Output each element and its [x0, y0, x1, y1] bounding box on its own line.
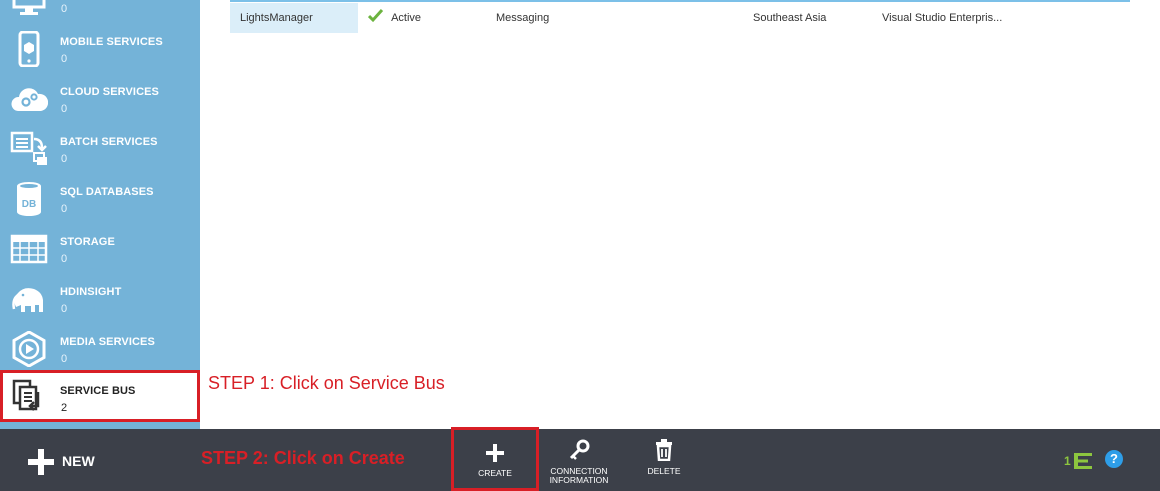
- region-cell: Southeast Asia: [753, 12, 827, 24]
- sidebar-item-service-bus[interactable]: SERVICE BUS 2: [0, 370, 200, 422]
- operations-count: 1: [1064, 454, 1071, 468]
- delete-button-label: DELETE: [647, 466, 681, 476]
- status-cell: Active: [367, 3, 422, 33]
- database-icon: DB: [17, 182, 41, 216]
- plus-icon: [486, 444, 504, 462]
- monitor-icon: [12, 0, 46, 15]
- status-text: Active: [391, 12, 422, 24]
- sidebar-item-count: 0: [61, 103, 68, 115]
- elephant-icon: [12, 288, 43, 312]
- sidebar-item-mobile-services[interactable]: MOBILE SERVICES 0: [0, 24, 200, 74]
- step1-annotation: STEP 1: Click on Service Bus: [208, 373, 445, 393]
- sidebar-item-label: SQL DATABASES: [60, 186, 154, 198]
- connection-information-button[interactable]: CONNECTION INFORMATION: [545, 429, 613, 491]
- checkmark-icon: [367, 8, 384, 23]
- command-bar: NEW STEP 2: Click on Create CREATE CONNE…: [0, 427, 1160, 491]
- sidebar-item-websites[interactable]: 0: [0, 0, 200, 24]
- delete-button[interactable]: DELETE: [634, 429, 694, 491]
- step2-annotation: STEP 2: Click on Create: [201, 448, 405, 468]
- create-button[interactable]: CREATE: [451, 427, 539, 491]
- sidebar-item-label: CLOUD SERVICES: [60, 86, 159, 98]
- batch-document-icon: [10, 131, 47, 165]
- table-grid-icon: [10, 234, 48, 264]
- help-button[interactable]: ?: [1105, 450, 1123, 468]
- sidebar: 0 MOBILE SERVICES 0 CLOUD SERVICES 0 BAT…: [0, 0, 200, 429]
- type-cell: Messaging: [496, 12, 550, 24]
- sidebar-item-hdinsight[interactable]: HDINSIGHT 0: [0, 274, 200, 324]
- sidebar-item-cloud-services[interactable]: CLOUD SERVICES 0: [0, 74, 200, 124]
- play-hexagon-icon: [12, 331, 46, 367]
- namespace-name-cell[interactable]: LightsManager: [230, 3, 358, 33]
- sidebar-item-count: 0: [61, 3, 68, 15]
- mobile-phone-icon: [18, 31, 40, 67]
- svg-text:DB: DB: [22, 199, 36, 210]
- sidebar-item-storage[interactable]: STORAGE 0: [0, 224, 200, 274]
- table-row[interactable]: LightsManager Active Messaging Southeast…: [230, 3, 1130, 33]
- connection-information-label: CONNECTION INFORMATION: [545, 467, 613, 485]
- sidebar-item-sql-databases[interactable]: DB SQL DATABASES 0: [0, 174, 200, 224]
- sidebar-item-count: 0: [61, 253, 68, 265]
- sidebar-item-label: HDINSIGHT: [60, 286, 122, 298]
- sidebar-item-label: BATCH SERVICES: [60, 136, 158, 148]
- new-button-label: NEW: [62, 453, 95, 469]
- create-button-label: CREATE: [478, 468, 512, 478]
- service-bus-icon: [12, 379, 40, 411]
- plus-icon: [28, 449, 54, 475]
- sidebar-item-batch-services[interactable]: BATCH SERVICES 0: [0, 124, 200, 174]
- sidebar-item-label: MEDIA SERVICES: [60, 336, 155, 348]
- table-header-divider: [230, 0, 1130, 2]
- sidebar-item-label: STORAGE: [60, 236, 115, 248]
- operations-list-icon: [1074, 453, 1092, 469]
- key-icon: [569, 439, 590, 460]
- sidebar-item-count: 0: [61, 303, 68, 315]
- connection-label-line2: INFORMATION: [549, 475, 609, 485]
- trash-icon: [656, 439, 672, 461]
- subscription-cell: Visual Studio Enterpris...: [882, 12, 1003, 24]
- sidebar-item-media-services[interactable]: MEDIA SERVICES 0: [0, 324, 200, 374]
- sidebar-item-label: SERVICE BUS: [60, 385, 136, 397]
- sidebar-item-count: 0: [61, 153, 68, 165]
- sidebar-item-label: MOBILE SERVICES: [60, 36, 163, 48]
- sidebar-item-count: 0: [61, 353, 68, 365]
- cloud-gears-icon: [11, 88, 48, 111]
- sidebar-item-count: 2: [61, 402, 68, 414]
- sidebar-item-count: 0: [61, 53, 68, 65]
- sidebar-item-count: 0: [61, 203, 68, 215]
